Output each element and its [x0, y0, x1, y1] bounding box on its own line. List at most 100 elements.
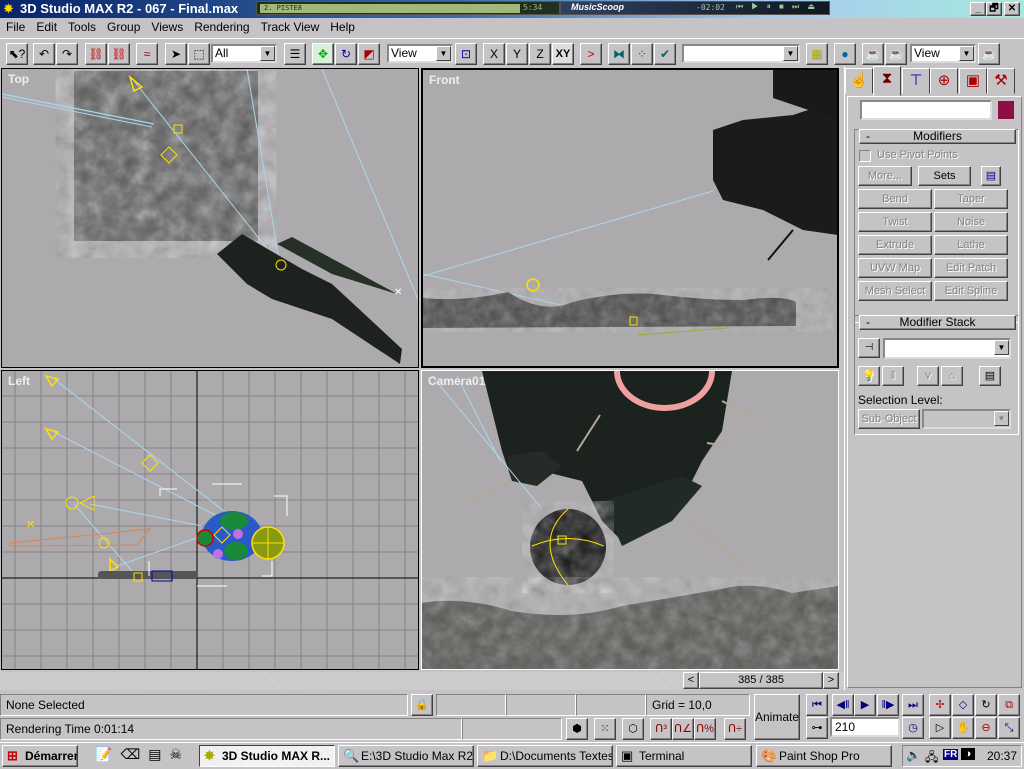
notepad-icon[interactable]: 📝 — [95, 746, 120, 762]
viewport-label-top[interactable]: Top — [8, 72, 29, 86]
axis-z-button[interactable]: Z — [529, 43, 551, 65]
bind-spacewarp-icon[interactable]: ≈ — [136, 43, 158, 65]
coord-x-field[interactable] — [436, 694, 506, 716]
time-slider-prev[interactable]: < — [683, 672, 699, 689]
musicscoop-player[interactable]: MusicScoop -02:02 ⏮ ▶ ⏸ ■ ⏭ ⏏ — [560, 1, 830, 15]
network-icon[interactable]: 🖧 — [925, 748, 938, 769]
sets-button[interactable]: Sets — [918, 166, 971, 186]
link-icon[interactable]: ⛓ — [85, 43, 107, 65]
modifiers-rollout-header[interactable]: - Modifiers — [859, 129, 1016, 144]
edit-stack-icon[interactable]: ▤ — [979, 366, 1001, 386]
axis-y-button[interactable]: Y — [506, 43, 528, 65]
tray-app-icon[interactable]: ◑ — [961, 748, 975, 760]
align-icon[interactable]: ✔ — [654, 43, 676, 65]
modifier-noise-button[interactable]: Noise — [934, 212, 1008, 232]
ik-icon[interactable]: > — [580, 43, 602, 65]
modify-tab[interactable]: ⧗ — [873, 66, 901, 96]
orbit-icon[interactable]: ↻ — [975, 694, 997, 716]
rotate-icon[interactable]: ↻ — [335, 43, 357, 65]
box-mode-icon[interactable]: ⬡ — [622, 718, 644, 740]
eraser-icon[interactable]: ⌫ — [120, 746, 148, 762]
next-frame-icon[interactable]: ‖▶ — [877, 694, 899, 716]
viewport-label-front[interactable]: Front — [429, 73, 460, 87]
time-config-icon[interactable]: ◷ — [902, 717, 924, 739]
viewport-label-camera[interactable]: Camera01 — [428, 374, 485, 388]
motion-tab[interactable]: ⊕ — [930, 68, 958, 94]
language-indicator[interactable]: FR — [943, 749, 959, 760]
previous-frame-icon[interactable]: ◀‖ — [832, 694, 854, 716]
go-to-start-icon[interactable]: ⏮ — [806, 694, 828, 716]
modifier-twist-button[interactable]: Twist — [858, 212, 932, 232]
region-select-icon[interactable]: ⬚ — [188, 43, 210, 65]
viewport-top[interactable]: ✕ Top — [1, 68, 419, 368]
axis-xy-button[interactable]: XY — [552, 43, 574, 65]
musicscoop-controls[interactable]: ⏮ ▶ ⏸ ■ ⏭ ⏏ — [736, 2, 818, 12]
field-of-view-icon[interactable]: ◇ — [952, 694, 974, 716]
active-inactive-icon[interactable]: 💡 — [858, 366, 880, 386]
window-crossing-icon[interactable]: ⁙ — [594, 718, 616, 740]
hand-pan-icon[interactable]: ✋ — [952, 717, 974, 739]
redo-icon[interactable]: ↷ — [56, 43, 78, 65]
display-tab[interactable]: ▣ — [959, 68, 987, 94]
undo-icon[interactable]: ↶ — [33, 43, 55, 65]
named-selection-dropdown[interactable]: ▼ — [682, 44, 800, 63]
zoom-region-icon[interactable]: ⤡ — [998, 717, 1020, 739]
modifier-edit-spline-button[interactable]: Edit Spline — [934, 281, 1008, 301]
menu-tools[interactable]: Tools — [62, 18, 101, 34]
use-pivot-points-checkbox[interactable] — [859, 150, 871, 162]
menu-edit[interactable]: Edit — [30, 18, 62, 34]
select-icon[interactable]: ➤ — [165, 43, 187, 65]
menu-help[interactable]: Help — [324, 18, 360, 34]
axis-x-button[interactable]: X — [483, 43, 505, 65]
pan-icon[interactable]: ✢ — [929, 694, 951, 716]
track-view-icon[interactable]: ▦ — [806, 43, 828, 65]
min-max-toggle-icon[interactable]: ⧉ — [998, 694, 1020, 716]
configure-sets-icon[interactable]: ▤ — [981, 166, 1001, 186]
minimize-button[interactable]: _ — [970, 2, 986, 16]
degradation-override-icon[interactable]: ⬢ — [566, 718, 588, 740]
modifier-lathe-button[interactable]: Lathe — [934, 235, 1008, 255]
dolly-icon[interactable]: ▷ — [929, 717, 951, 739]
pivot-icon[interactable]: ⊡ — [455, 43, 477, 65]
menu-views[interactable]: Views — [145, 18, 188, 34]
go-to-end-icon[interactable]: ⏭ — [902, 694, 924, 716]
render-last-icon[interactable]: ☕ — [978, 43, 1000, 65]
coord-y-field[interactable] — [506, 694, 576, 716]
current-frame-field[interactable]: 210 — [830, 717, 900, 737]
pin-stack-icon[interactable]: ⊣ — [858, 338, 880, 358]
key-mode-icon[interactable]: ⊶ — [806, 717, 828, 739]
viewport-camera[interactable]: Camera01 — [421, 370, 839, 670]
make-unique-icon[interactable]: ⋎ — [917, 366, 939, 386]
play-icon[interactable]: ▶ — [854, 694, 876, 716]
create-tab[interactable]: ☝ — [845, 68, 873, 94]
modifier-extrude-button[interactable]: Extrude — [858, 235, 932, 255]
orbit-camera-icon[interactable]: ⊖ — [975, 717, 997, 739]
3d-snap-icon[interactable]: ᑎ³ — [650, 718, 672, 740]
modifier-stack-rollout-header[interactable]: - Modifier Stack — [859, 315, 1016, 330]
array-icon[interactable]: ⁘ — [631, 43, 653, 65]
task-explorer-e[interactable]: 🔍 E:\3D Studio Max R2... — [338, 745, 474, 767]
viewport-left[interactable]: ✕ Left — [1, 370, 419, 670]
unlink-icon[interactable]: ⛓ — [108, 43, 130, 65]
task-paint-shop-pro[interactable]: 🎨 Paint Shop Pro — [756, 745, 892, 767]
volume-icon[interactable]: 🔈 — [906, 748, 921, 762]
task-terminal[interactable]: ▣ Terminal — [616, 745, 752, 767]
sub-object-button[interactable]: Sub-Object — [858, 409, 920, 429]
animate-button[interactable]: Animate — [754, 694, 800, 740]
quick-render-icon[interactable]: ☕ — [885, 43, 907, 65]
menu-track-view[interactable]: Track View — [255, 18, 325, 34]
material-editor-icon[interactable]: ● — [834, 43, 856, 65]
show-end-result-icon[interactable]: ‖ — [882, 366, 904, 386]
menu-group[interactable]: Group — [101, 18, 145, 34]
modifier-bend-button[interactable]: Bend — [858, 189, 932, 209]
scale-icon[interactable]: ◩ — [358, 43, 380, 65]
move-icon[interactable]: ✥ — [312, 43, 334, 65]
hierarchy-tab[interactable]: ⊤ — [902, 68, 930, 94]
more-button[interactable]: More... — [858, 166, 912, 186]
calculator-icon[interactable]: ▤ — [148, 746, 169, 762]
menu-rendering[interactable]: Rendering — [188, 18, 254, 34]
modifier-uvw-map-button[interactable]: UVW Map — [858, 258, 932, 278]
spinner-snap-icon[interactable]: ᑎ÷ — [724, 718, 746, 740]
modifier-taper-button[interactable]: Taper — [934, 189, 1008, 209]
maximize-button[interactable]: 🗗 — [986, 2, 1002, 16]
